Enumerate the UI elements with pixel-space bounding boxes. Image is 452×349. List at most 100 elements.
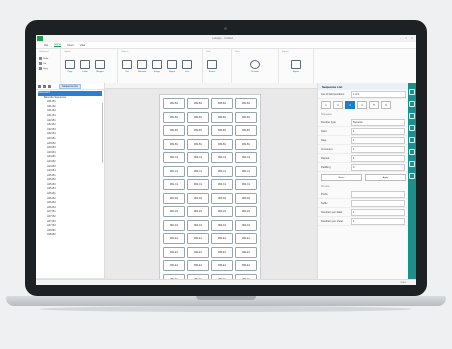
barcode-button[interactable]: Barcode [136,60,148,73]
label-cell[interactable]: 4B1-C1 [163,179,185,190]
back-icon[interactable] [38,84,41,88]
label-cell[interactable]: 4B2-C1 [187,165,209,177]
label-cell[interactable]: 4B2-D1 [187,219,209,231]
align-icon[interactable] [409,113,415,119]
label-cell[interactable]: 4B3-D1 [211,192,233,204]
label-cell[interactable]: 4B3-E1 [211,246,233,258]
label-cell[interactable]: 4B2-E1 [187,260,209,271]
property-value-field[interactable] [351,190,405,198]
label-cell[interactable]: 4B1-D1 [163,206,185,217]
menu-file[interactable]: File [44,44,48,47]
menu-home[interactable]: Home [54,43,62,47]
color-icon[interactable] [409,125,415,131]
label-cell[interactable]: 4B1-C1 [163,152,185,163]
font-icon[interactable] [409,137,415,143]
page-button[interactable]: Page [64,60,76,73]
label-cell[interactable]: 4B1-E1 [163,260,185,271]
text-button[interactable]: Text [121,60,133,73]
label-cell[interactable]: 4B1-B1 [163,125,185,136]
label-cell[interactable]: 4B3-C1 [211,179,233,190]
properties-icon[interactable] [409,89,415,95]
apply-button[interactable]: Apply [365,174,406,181]
layers-icon[interactable] [409,101,415,107]
label-cell[interactable]: 4B2-E1 [187,246,209,258]
menu-view[interactable]: View [80,44,86,47]
label-cell[interactable]: 4B4-C1 [235,165,257,177]
minimize-icon[interactable]: – [400,37,401,40]
label-cell[interactable]: 4B4-E1 [235,246,257,258]
label-cell[interactable]: 4B1-B1 [163,111,185,123]
label-cell[interactable]: 4B1-C1 [163,165,185,177]
label-cell[interactable]: 4B2-B1 [187,111,209,123]
label-cell[interactable]: 4B1-E1 [163,233,185,244]
label-button[interactable]: Label [79,60,91,73]
property-value-field[interactable]: 1 [351,154,405,162]
copy-button[interactable]: Copy [39,67,57,70]
property-value-field[interactable]: 1 [351,127,405,135]
preview-button[interactable]: Preview [249,60,261,73]
label-cell[interactable]: 4B3-C1 [211,165,233,177]
label-cell[interactable]: 4B1-E1 [163,246,185,258]
label-cell[interactable]: 4B4-E1 [235,233,257,244]
label-cell[interactable]: 4B2-C1 [187,152,209,163]
label-cell[interactable]: 4B3-B1 [211,98,233,109]
maximize-icon[interactable]: □ [405,37,407,40]
source-button[interactable]: Source [206,60,218,73]
close-icon[interactable]: ✕ [411,37,413,40]
property-value-field[interactable] [351,199,405,207]
label-cell[interactable]: 4B4-B1 [235,138,257,150]
tree-tab[interactable]: Sequence list [59,83,81,89]
line-button[interactable]: Line [181,60,193,73]
property-value-field[interactable]: 1 [351,136,405,144]
label-cell[interactable]: 4B2-D1 [187,206,209,217]
step-tab[interactable]: 5 [369,101,379,109]
label-cell[interactable]: 4B2-B1 [187,138,209,150]
label-cell[interactable]: 4B4-C1 [235,179,257,190]
label-cell[interactable]: 4B3-E1 [211,260,233,271]
label-cell[interactable]: 4B3-B1 [211,125,233,136]
margins-button[interactable]: Margins [94,60,106,73]
label-cell[interactable]: 4B2-D1 [187,192,209,204]
label-cell[interactable]: 4B3-B1 [211,138,233,150]
tree-scrollbar[interactable] [101,103,103,163]
label-cell[interactable]: 4B2-B1 [187,125,209,136]
label-cell[interactable]: 4B3-B1 [211,111,233,123]
property-value-field[interactable]: 1 [351,145,405,153]
step-tab[interactable]: 1 [321,101,331,109]
step-tab[interactable]: 6 [381,101,391,109]
label-cell[interactable]: 4B1-D1 [163,192,185,204]
step-tab[interactable]: 2 [333,101,343,109]
shape-button[interactable]: Shape [166,60,178,73]
label-sheet[interactable]: 4B1-B1 4B2-B1 4B3-B1 4B4-B1 4B1-B1 4B2-B1 4B3-… [159,94,261,285]
label-cell[interactable]: 4B2-C1 [187,179,209,190]
label-cell[interactable]: 4B4-B1 [235,125,257,136]
cut-button[interactable]: Cut [39,62,57,65]
label-cell[interactable]: 4B1-B1 [163,138,185,150]
label-cell[interactable]: 4B3-E1 [211,233,233,244]
label-cell[interactable]: 4B1-D1 [163,219,185,231]
forward-icon[interactable] [43,84,46,88]
label-cell[interactable]: 4B3-D1 [211,219,233,231]
menu-insert[interactable]: Insert [67,44,74,47]
tree-item[interactable]: A08-B2 [38,233,102,238]
grid-icon[interactable] [409,149,415,155]
export-button[interactable]: Export [290,60,302,73]
label-cell[interactable]: 4B4-B1 [235,111,257,123]
step-tab[interactable]: 3 [345,101,355,109]
info-icon[interactable] [409,173,415,179]
position-value[interactable]: 1 of 1 [351,90,406,98]
label-cell[interactable]: 4B4-D1 [235,206,257,217]
folder-icon[interactable] [48,84,51,88]
label-cell[interactable]: 4B4-E1 [235,260,257,271]
label-cell[interactable]: 4B4-D1 [235,192,257,204]
property-value-field[interactable]: 0 [351,163,405,171]
label-cell[interactable]: 4B3-D1 [211,206,233,217]
label-cell[interactable]: 4B4-C1 [235,152,257,163]
step-tab[interactable]: 4 [357,101,367,109]
image-button[interactable]: Image [151,60,163,73]
property-value-field[interactable]: 1 [351,208,405,216]
reset-button[interactable]: Reset [321,174,362,181]
label-cell[interactable]: 4B4-B1 [235,98,257,109]
property-value-field[interactable]: 1 [351,217,405,225]
label-cell[interactable]: 4B1-B1 [163,98,185,109]
